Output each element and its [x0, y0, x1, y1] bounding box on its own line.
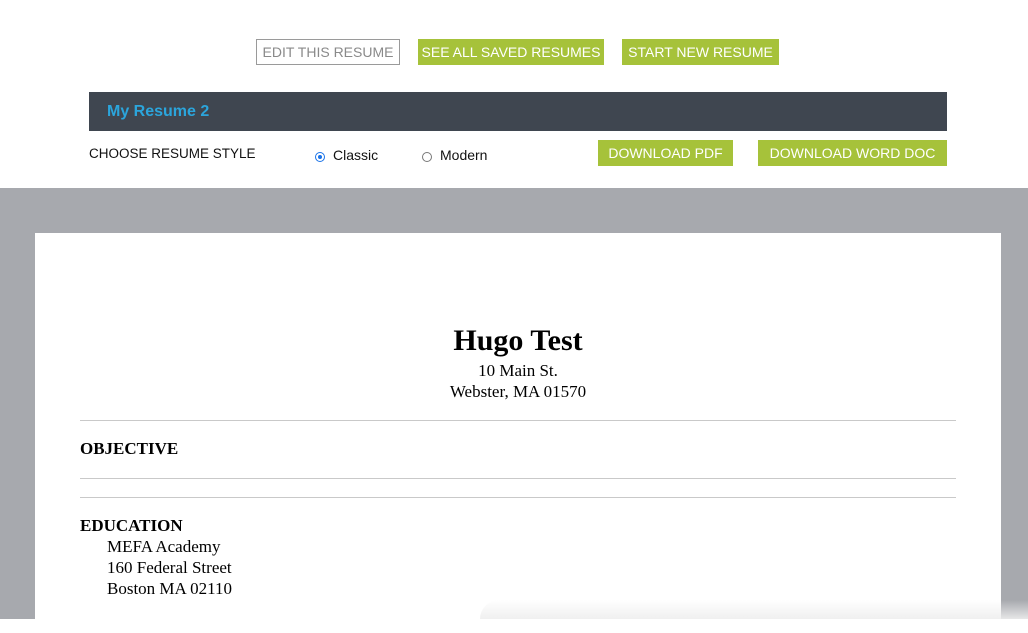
style-option-label: Modern [440, 147, 488, 163]
see-saved-resumes-button[interactable]: SEE ALL SAVED RESUMES [418, 39, 604, 65]
start-new-resume-button[interactable]: START NEW RESUME [622, 39, 779, 65]
download-pdf-button[interactable]: DOWNLOAD PDF [598, 140, 733, 166]
download-word-button[interactable]: DOWNLOAD WORD DOC [758, 140, 947, 166]
resume-title: My Resume 2 [107, 103, 210, 120]
objective-heading: OBJECTIVE [80, 439, 179, 458]
edit-resume-button[interactable]: EDIT THIS RESUME [256, 39, 400, 65]
resume-address-line1: 10 Main St. [478, 361, 558, 380]
divider [80, 478, 956, 479]
style-option-label: Classic [333, 147, 379, 163]
education-city: Boston MA 02110 [107, 579, 233, 598]
resume-title-bar: My Resume 2 [89, 92, 947, 131]
radio-unselected-icon[interactable] [422, 151, 432, 162]
bottom-shadow [480, 600, 1028, 619]
resume-toolbar-area: EDIT THIS RESUME SEE ALL SAVED RESUMES S… [0, 0, 1028, 188]
resume-document: Hugo Test 10 Main St. Webster, MA 01570 … [35, 233, 1001, 633]
education-school: MEFA Academy [107, 537, 221, 556]
resume-name: Hugo Test [453, 324, 583, 357]
education-street: 160 Federal Street [107, 558, 232, 577]
style-option-classic[interactable]: Classic [315, 145, 378, 165]
style-option-modern[interactable]: Modern [422, 145, 487, 165]
resume-preview-area[interactable]: Hugo Test 10 Main St. Webster, MA 01570 … [0, 188, 1028, 633]
education-heading: EDUCATION [80, 516, 183, 535]
divider [80, 420, 956, 421]
radio-selected-icon[interactable] [315, 151, 325, 162]
divider [80, 497, 956, 498]
choose-style-label: CHOOSE RESUME STYLE [89, 146, 256, 161]
resume-address-line2: Webster, MA 01570 [449, 382, 587, 401]
